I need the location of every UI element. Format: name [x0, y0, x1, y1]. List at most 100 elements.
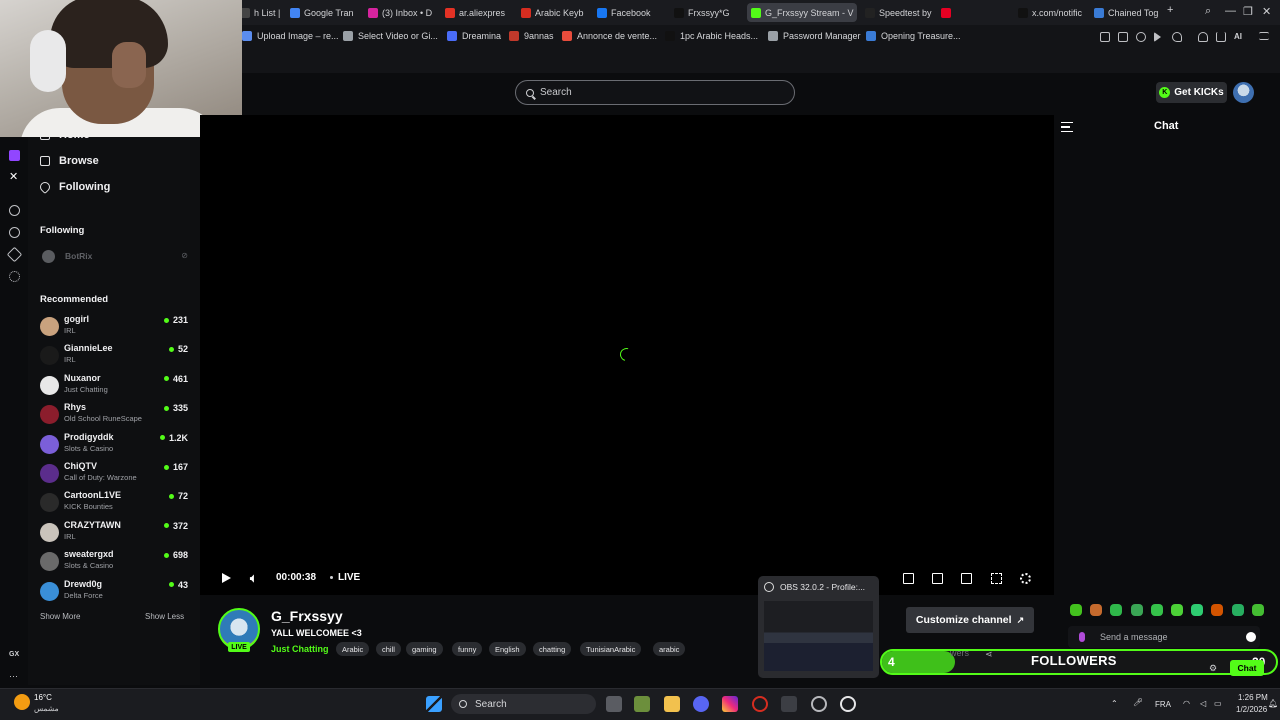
weather-temp[interactable]: 16°C: [34, 693, 52, 702]
browser-tab[interactable]: Frxssyy*G: [674, 3, 734, 22]
adblock-icon[interactable]: [1136, 32, 1146, 42]
stream-tag[interactable]: chatting: [533, 642, 572, 656]
nav-browse[interactable]: Browse: [40, 155, 99, 167]
minecraft-icon[interactable]: [634, 696, 650, 712]
bookmark-item[interactable]: 1pc Arabic Heads...: [665, 31, 758, 41]
new-tab-icon[interactable]: +: [1167, 4, 1173, 16]
emote-icon[interactable]: [1211, 604, 1224, 616]
chat-settings-icon[interactable]: ⚙︎: [1209, 663, 1217, 674]
ai-button[interactable]: AI: [1234, 32, 1242, 41]
bookmark-item[interactable]: Dreamina: [447, 31, 501, 41]
bookmark-item[interactable]: Opening Treasure...: [866, 31, 961, 41]
get-kicks-button[interactable]: K Get KICKs: [1156, 82, 1227, 103]
obs-taskbar-preview[interactable]: OBS 32.0.2 - Profile:...: [758, 576, 879, 678]
task-view-icon[interactable]: [606, 696, 622, 712]
browser-tab[interactable]: h List | S: [240, 3, 280, 22]
download-icon[interactable]: [1216, 32, 1226, 42]
stream-tag[interactable]: Arabic: [336, 642, 370, 656]
speaker-icon[interactable]: ◁: [1200, 699, 1206, 708]
browser-tab[interactable]: x.com/notific: [1018, 3, 1086, 22]
browser-tab[interactable]: Arabic Keyb: [521, 3, 589, 22]
history-icon[interactable]: [9, 227, 20, 238]
stream-tag[interactable]: funny: [452, 642, 483, 656]
browser-tab[interactable]: Chained Tog: [1094, 3, 1160, 22]
stream-category[interactable]: Just Chatting: [271, 644, 329, 654]
emote-icon[interactable]: [1231, 604, 1244, 616]
share-icon[interactable]: ⋖: [985, 649, 993, 660]
search-input[interactable]: [540, 87, 770, 98]
close-window-icon[interactable]: ✕: [1262, 5, 1271, 18]
recommended-channel[interactable]: GiannieLee IRL 52: [40, 343, 188, 369]
following-item-botrix[interactable]: BotRix ⊘: [40, 249, 188, 263]
emote-icon[interactable]: [1150, 604, 1163, 616]
collapse-chat-icon[interactable]: [1061, 122, 1073, 132]
recommended-channel[interactable]: CRAZYTAWN IRL 372: [40, 520, 188, 546]
obs-taskbar-icon[interactable]: [781, 696, 797, 712]
show-less-link[interactable]: Show Less: [145, 612, 184, 621]
emote-icon[interactable]: [1251, 604, 1264, 616]
recommended-channel[interactable]: Rhys Old School RuneScape 335: [40, 402, 188, 428]
mini-player-icon[interactable]: [903, 573, 914, 584]
stream-tag[interactable]: arabic: [653, 642, 686, 656]
twitch-icon[interactable]: [9, 150, 20, 161]
emote-icon[interactable]: [1090, 604, 1103, 616]
notifications-icon[interactable]: 🔔︎: [1268, 699, 1278, 708]
player-circle-icon[interactable]: [9, 205, 20, 216]
nav-following[interactable]: Following: [37, 179, 110, 195]
stream-tag[interactable]: gaming: [406, 642, 443, 656]
bookmark-item[interactable]: Annonce de vente...: [562, 31, 657, 41]
browser-tab[interactable]: Speedtest by: [865, 3, 933, 22]
fullscreen-icon[interactable]: [991, 573, 1002, 584]
browser-tab[interactable]: Facebook: [597, 3, 665, 22]
recommended-channel[interactable]: Drewd0g Delta Force 43: [40, 579, 188, 605]
bookmark-item[interactable]: Upload Image – re...: [242, 31, 339, 41]
microphone-tray-icon[interactable]: 🎤︎: [1133, 698, 1143, 707]
settings-gear-icon[interactable]: [1020, 573, 1031, 584]
play-icon[interactable]: [222, 573, 231, 583]
theater-mode-icon[interactable]: [961, 573, 972, 584]
bookmark-icon[interactable]: [1100, 32, 1110, 42]
clock-time[interactable]: 1:26 PM: [1238, 693, 1268, 702]
opera-gx-icon[interactable]: [752, 696, 768, 712]
menu-icon[interactable]: [1259, 32, 1269, 40]
bookmark-item[interactable]: Select Video or Gi...: [343, 31, 438, 41]
browser-tab[interactable]: ar.aliexpres: [445, 3, 513, 22]
search-bar[interactable]: [515, 80, 795, 105]
battery-icon[interactable]: ▭: [1214, 699, 1222, 708]
emote-icon[interactable]: [1130, 604, 1143, 616]
player-icon[interactable]: [1154, 32, 1161, 42]
x-icon[interactable]: ✕: [9, 172, 20, 183]
bookmark-item[interactable]: Password Manager: [768, 31, 861, 41]
bookmark-item[interactable]: 9annas: [509, 31, 554, 41]
weather-icon[interactable]: [14, 694, 30, 710]
recommended-channel[interactable]: ChiQTV Call of Duty: Warzone 167: [40, 461, 188, 487]
show-more-link[interactable]: Show More: [40, 612, 80, 621]
chat-input-box[interactable]: [1068, 626, 1260, 648]
search-tabs-icon[interactable]: ⌕: [1205, 5, 1211, 18]
discord-icon[interactable]: [693, 696, 709, 712]
browser-tab[interactable]: Google Tran: [290, 3, 358, 22]
more-icon[interactable]: ···: [9, 671, 18, 681]
clock-date[interactable]: 1/2/2026: [1236, 705, 1267, 714]
chat-send-button[interactable]: Chat: [1230, 660, 1264, 676]
minimize-icon[interactable]: —: [1225, 5, 1236, 17]
volume-icon[interactable]: 🔈︎: [250, 571, 257, 586]
customize-channel-button[interactable]: Customize channel ↗: [906, 607, 1034, 633]
extensions-icon[interactable]: [6, 246, 23, 263]
language-indicator[interactable]: FRA: [1155, 700, 1171, 709]
tray-expand-icon[interactable]: ⌃: [1111, 699, 1118, 708]
user-avatar[interactable]: [1233, 82, 1254, 103]
profile-icon[interactable]: [1198, 32, 1208, 42]
settings-icon[interactable]: [9, 271, 20, 282]
emote-icon[interactable]: [1110, 604, 1123, 616]
steam-icon[interactable]: [811, 696, 827, 712]
taskbar-search[interactable]: Search: [451, 694, 596, 714]
mic-icon[interactable]: [1079, 632, 1085, 642]
instagram-taskbar-icon[interactable]: [722, 696, 738, 712]
app-icon[interactable]: [840, 696, 856, 712]
clip-icon[interactable]: [932, 573, 943, 584]
emote-icon[interactable]: [1191, 604, 1204, 616]
recommended-channel[interactable]: Prodigyddk Slots & Casino 1.2K: [40, 432, 188, 458]
favorites-icon[interactable]: [1172, 32, 1182, 42]
recommended-channel[interactable]: sweatergxd Slots & Casino 698: [40, 549, 188, 575]
